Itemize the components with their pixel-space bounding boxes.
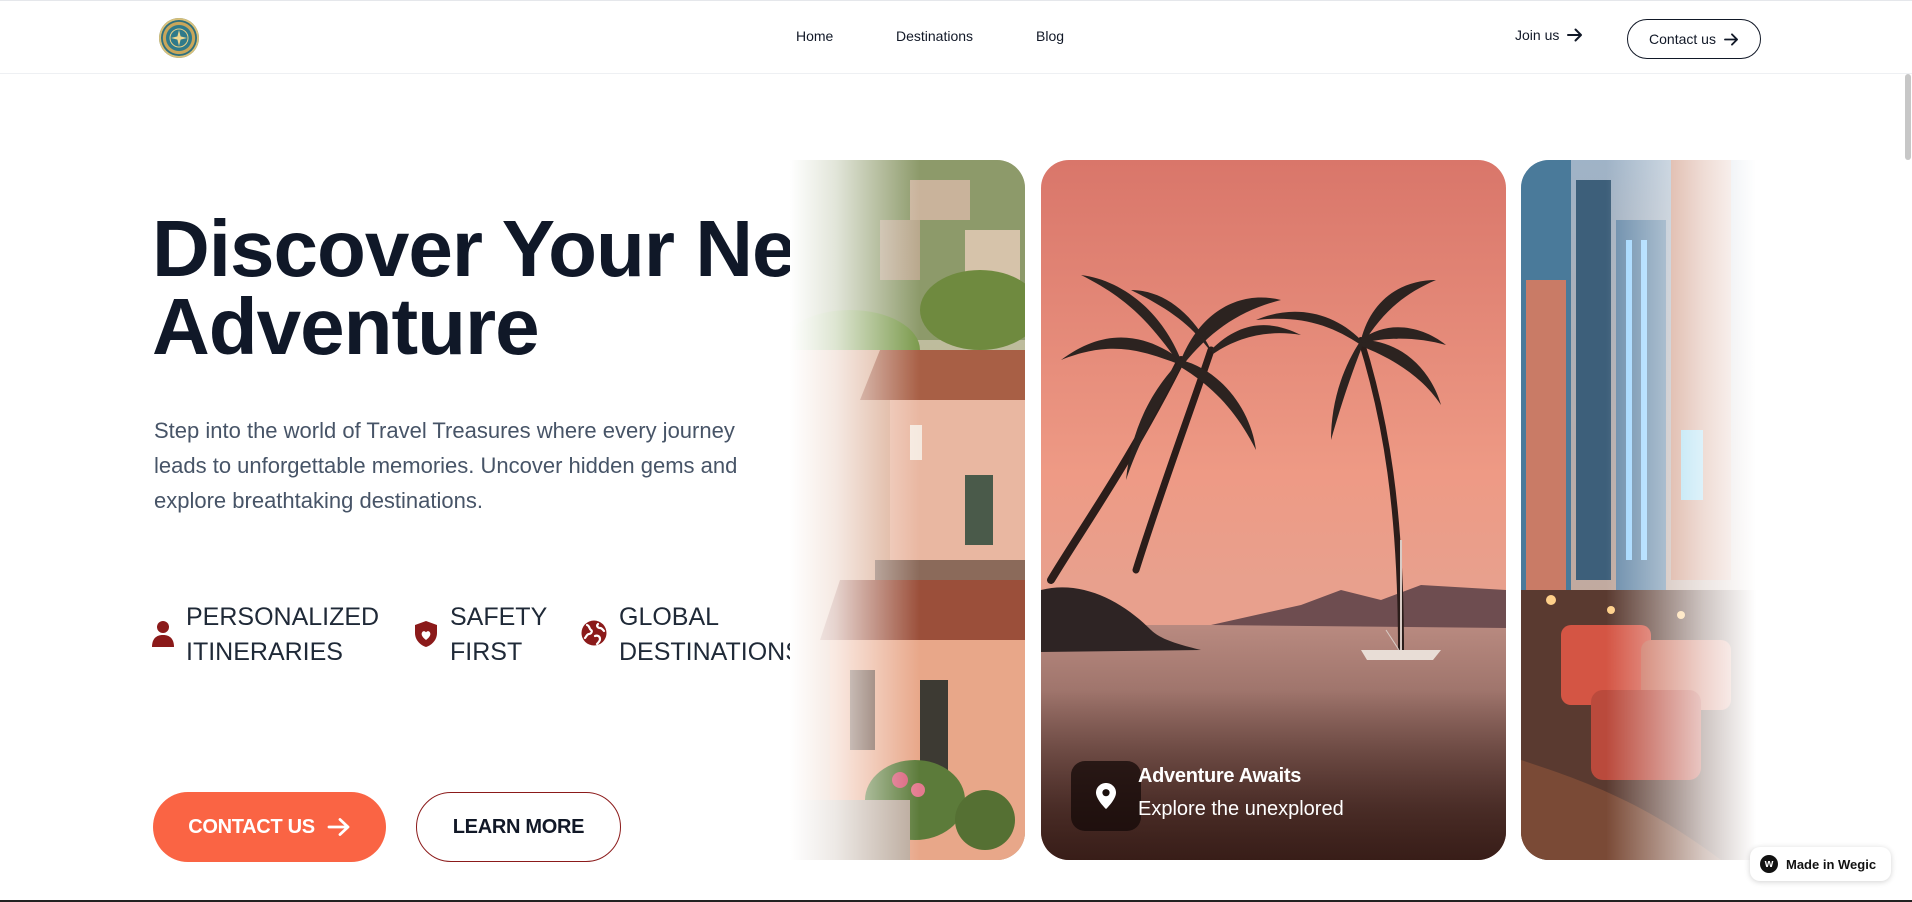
arrow-right-icon [327, 818, 350, 836]
adventure-card[interactable]: Adventure Awaits Explore the unexplored [1041, 160, 1506, 860]
feature-label: GLOBAL DESTINATIONS [619, 600, 802, 670]
join-us-label: Join us [1515, 27, 1560, 43]
village-image-fade [790, 160, 920, 860]
shield-icon [415, 621, 437, 647]
learn-more-button-label: LEARN MORE [452, 815, 585, 838]
page-scrollbar[interactable] [1905, 74, 1911, 160]
feature-label: SAFETY FIRST [450, 600, 547, 670]
city-card[interactable] [1521, 160, 1756, 860]
hero-title-line1: Discover Your Next [152, 204, 866, 293]
village-card[interactable] [790, 160, 1025, 860]
compass-logo[interactable] [159, 18, 199, 58]
card-title: Adventure Awaits [1138, 765, 1302, 787]
arrow-right-icon [1567, 28, 1583, 42]
feature-line1: PERSONALIZED [186, 603, 380, 631]
user-icon [152, 621, 174, 647]
feature-label: PERSONALIZED ITINERARIES [186, 600, 379, 670]
nav-home[interactable]: Home [796, 28, 833, 44]
hero-title: Discover Your Next Adventure [152, 204, 872, 371]
city-image-fade [1606, 160, 1756, 860]
hero-description: Step into the world of Travel Treasures … [154, 418, 738, 513]
join-us-link[interactable]: Join us [1515, 27, 1583, 43]
contact-us-button[interactable]: CONTACT US [153, 792, 386, 862]
contact-us-header-button[interactable]: Contact us [1627, 19, 1761, 59]
feature-line1: GLOBAL [619, 603, 720, 631]
made-in-wegic-badge[interactable]: w Made in Wegic [1750, 847, 1891, 881]
feature-line2: FIRST [450, 638, 523, 666]
feature-line2: ITINERARIES [186, 638, 343, 666]
feature-line1: SAFETY [450, 603, 548, 631]
made-in-wegic-label: Made in Wegic [1786, 856, 1877, 872]
contact-us-button-label: CONTACT US [188, 815, 315, 838]
card-subtitle: Explore the unexplored [1138, 798, 1344, 820]
arrow-right-icon [1724, 32, 1738, 46]
nav-blog[interactable]: Blog [1036, 28, 1064, 44]
hero-title-line2: Adventure [152, 282, 540, 371]
globe-icon [581, 620, 607, 646]
feature-line2: DESTINATIONS [619, 638, 802, 666]
map-pin-icon [1096, 783, 1116, 809]
feature-global-destinations: GLOBAL DESTINATIONS [581, 600, 802, 670]
feature-safety-first: SAFETY FIRST [414, 600, 547, 670]
contact-us-header-label: Contact us [1649, 31, 1716, 47]
site-header: Home Destinations Blog Join us Contact u… [0, 1, 1912, 74]
feature-personalized-itineraries: PERSONALIZED ITINERARIES [152, 600, 379, 670]
wegic-logo-icon: w [1760, 855, 1778, 873]
learn-more-button[interactable]: LEARN MORE [416, 792, 621, 862]
location-pin-badge [1071, 761, 1141, 831]
nav-destinations[interactable]: Destinations [896, 28, 973, 44]
